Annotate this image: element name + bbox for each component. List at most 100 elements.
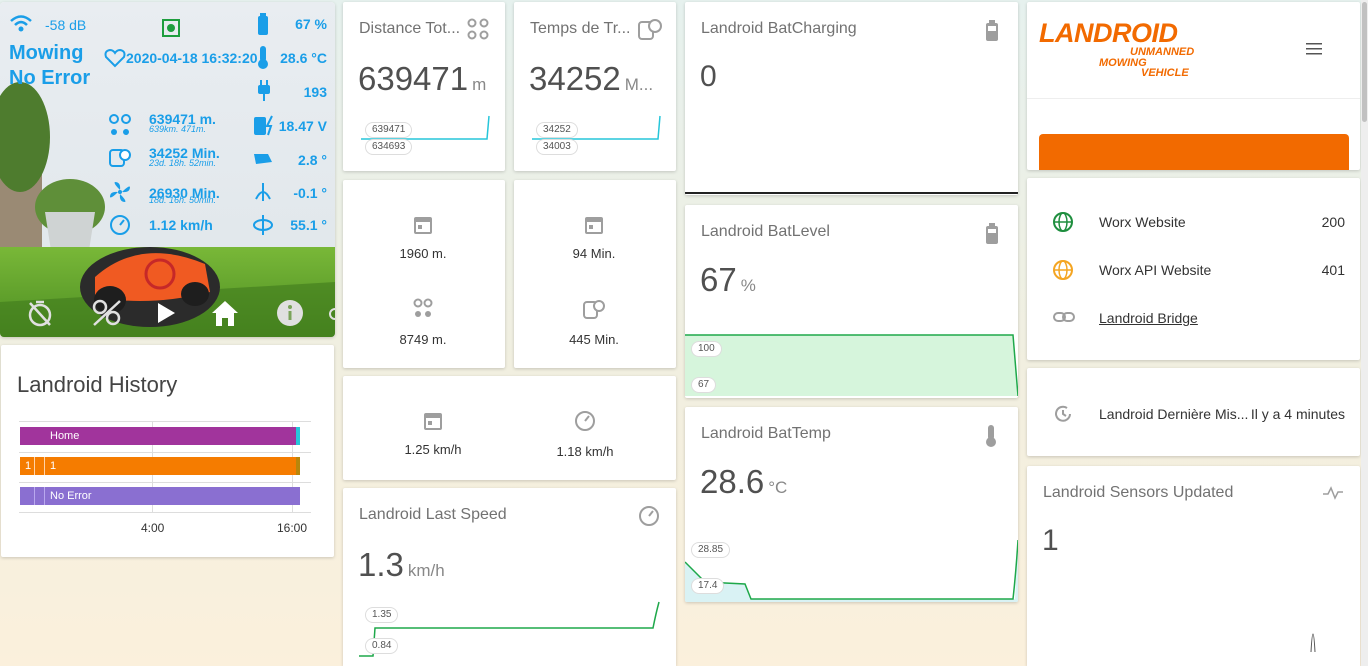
sparkline-max: 100: [691, 341, 722, 357]
time-week[interactable]: 445 Min.: [514, 298, 674, 347]
bat-level-card[interactable]: Landroid BatLevel 67% 100 67: [685, 205, 1018, 398]
history-card: Landroid History Home 1 1 No Error 4:00 …: [1, 345, 334, 557]
speed-value: 1.12 km/h: [149, 217, 213, 233]
timer-off-button[interactable]: [26, 299, 54, 327]
link-label: Worx Website: [1099, 214, 1186, 230]
gps-icon: [162, 19, 180, 37]
sparkline: [685, 334, 1018, 397]
brand-card: LANDROID UNMANNED MOWING VEHICLE: [1027, 2, 1360, 170]
card-value: 639471: [358, 60, 469, 97]
work-time-icon: [583, 300, 605, 319]
start-button[interactable]: [155, 301, 177, 325]
globe-icon: [1053, 212, 1073, 232]
speedometer-icon: [575, 411, 595, 431]
time-today[interactable]: 94 Min.: [514, 214, 674, 261]
globe-icon: [1053, 260, 1073, 280]
card-unit: m: [472, 75, 487, 94]
roll-value: -0.1 °: [293, 185, 327, 201]
distance-total-card[interactable]: Distance Tot... 639471 m 639471 634693: [343, 2, 505, 171]
history-label-zone-prefix: 1: [25, 460, 32, 472]
link-status: 401: [1321, 262, 1345, 278]
last-speed-card[interactable]: Landroid Last Speed 1.3 km/h 1.35 0.84: [343, 488, 676, 666]
card-value: 0: [700, 60, 717, 93]
distance-icon: [109, 114, 131, 135]
distance-week[interactable]: 8749 m.: [343, 298, 503, 347]
card-title: Temps de Tr...: [530, 20, 631, 37]
history-bar-segment[interactable]: [296, 457, 300, 475]
card-title: Distance Tot...: [359, 20, 461, 37]
card-value: 67: [700, 261, 737, 298]
fan-icon: [110, 182, 130, 202]
wifi-value: -58 dB: [45, 17, 87, 33]
history-label-error: No Error: [50, 490, 92, 502]
calendar-icon: [414, 217, 432, 234]
speedometer-icon: [110, 215, 130, 235]
history-bar-segment[interactable]: [296, 427, 300, 445]
edge-cut-off-button[interactable]: [91, 298, 123, 328]
sparkline-min: 634693: [365, 139, 413, 155]
link-worx-website[interactable]: Worx Website 200: [1027, 209, 1360, 233]
brand-banner: [1039, 134, 1349, 170]
menu-icon[interactable]: [1305, 42, 1323, 56]
history-tick: 4:00: [141, 521, 165, 535]
bat-temp-card[interactable]: Landroid BatTemp 28.6 °C 28.85 17.4: [685, 407, 1018, 602]
history-icon: [1055, 405, 1071, 422]
battery-value: 67 %: [295, 16, 327, 32]
card-title: Landroid Last Speed: [359, 506, 507, 523]
card-title: Landroid Sensors Updated: [1043, 484, 1234, 501]
blade-time-detail: 18d. 16h. 50min.: [149, 195, 217, 205]
bat-charging-card[interactable]: Landroid BatCharging 0: [685, 2, 1018, 195]
calendar-icon: [424, 413, 442, 430]
sparkline: [685, 539, 1018, 602]
sparkline-min: 67: [691, 377, 717, 393]
sparkline-max: 1.35: [365, 607, 399, 623]
work-time-card[interactable]: Temps de Tr... 34252 M... 34252 34003: [514, 2, 676, 171]
home-button[interactable]: [210, 299, 240, 327]
sensors-updated-card[interactable]: Landroid Sensors Updated 1: [1027, 466, 1360, 666]
link-status: 200: [1321, 214, 1345, 230]
link-worx-api[interactable]: Worx API Website 401: [1027, 257, 1360, 281]
calendar-icon: [585, 217, 603, 234]
mower-status-card: -58 dB Mowing No Error 2020-04-18 16:32:…: [0, 2, 335, 337]
distance-icon: [413, 298, 433, 317]
scrollbar[interactable]: [1361, 0, 1368, 666]
battery-icon: [258, 13, 268, 35]
sparkline-max: 28.85: [691, 542, 731, 558]
current-speed[interactable]: 1.18 km/h: [505, 410, 665, 459]
more-icon[interactable]: [326, 304, 335, 324]
card-unit: M...: [624, 75, 654, 94]
last-update-card[interactable]: Landroid Dernière Mis... Il y a 4 minute…: [1027, 368, 1360, 456]
history-bar-zone[interactable]: [20, 457, 296, 475]
daily-time-card: 94 Min. 445 Min.: [514, 180, 676, 368]
speedometer-icon: [639, 506, 659, 526]
voltage-value: 18.47 V: [278, 118, 327, 134]
card-title: Landroid BatLevel: [701, 223, 830, 240]
charge-cycles-value: 193: [303, 84, 327, 100]
info-button[interactable]: [276, 299, 304, 327]
card-unit: °C: [768, 478, 788, 497]
scrollbar-thumb[interactable]: [1362, 2, 1367, 122]
sparkline-max: 34252: [536, 122, 578, 138]
update-label: Landroid Dernière Mis...: [1099, 406, 1249, 422]
links-card: Worx Website 200 Worx API Website 401 La…: [1027, 178, 1360, 360]
link-icon: [1053, 312, 1075, 322]
brand-logo: LANDROID: [1039, 18, 1178, 48]
link-label: Landroid Bridge: [1099, 310, 1198, 326]
mower-state: Mowing: [9, 42, 84, 64]
update-value: Il y a 4 minutes: [1250, 406, 1345, 422]
distance-icon: [467, 18, 489, 40]
card-unit: %: [740, 276, 756, 295]
speed-stats-card: 1.25 km/h 1.18 km/h: [343, 376, 676, 480]
distance-today[interactable]: 1960 m.: [343, 214, 503, 261]
sparkline-min: 17.4: [691, 578, 725, 594]
work-time-detail: 23d. 18h. 52min.: [149, 158, 217, 168]
roll-icon: [255, 183, 271, 201]
battery-icon: [986, 223, 998, 244]
history-tick: 16:00: [277, 521, 308, 535]
heartbeat-icon: [104, 48, 126, 68]
link-landroid-bridge[interactable]: Landroid Bridge: [1027, 305, 1360, 329]
sparkline-min: 34003: [536, 139, 578, 155]
average-speed[interactable]: 1.25 km/h: [353, 410, 513, 457]
history-title: Landroid History: [17, 372, 178, 397]
sparkline: [359, 601, 660, 657]
